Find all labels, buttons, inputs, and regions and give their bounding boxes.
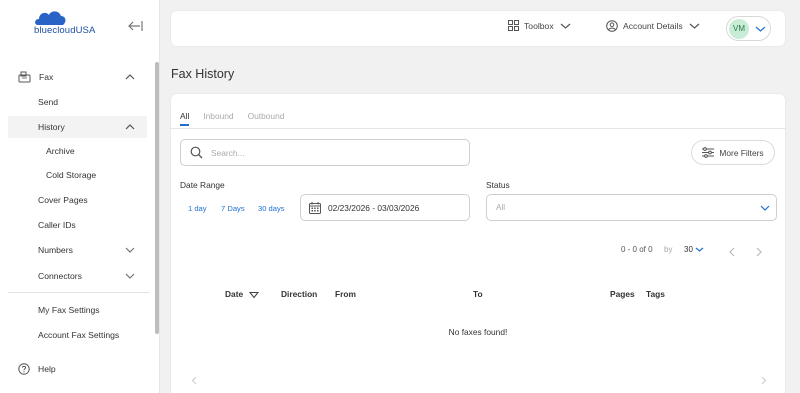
column-header-from: From (335, 289, 356, 299)
logo-text: bluecloudUSA (34, 25, 96, 36)
column-header-tags: Tags (646, 289, 665, 299)
sidebar-item-help[interactable]: Help (18, 363, 56, 375)
tab-inbound[interactable]: Inbound (203, 111, 233, 126)
sidebar-item-connectors[interactable]: Connectors (8, 265, 147, 287)
column-header-pages: Pages (610, 289, 635, 299)
status-value: All (496, 203, 506, 212)
more-filters-label: More Filters (719, 147, 764, 158)
chevron-down-icon (755, 26, 766, 32)
account-details-label: Account Details (623, 21, 683, 31)
sidebar-item-label: Connectors (38, 271, 82, 281)
history-tabs: All Inbound Outbound (180, 111, 284, 126)
status-select[interactable]: All (486, 194, 777, 221)
search-input[interactable] (211, 147, 451, 158)
sidebar-item-cold-storage[interactable]: Cold Storage (8, 164, 147, 186)
quick-range-1-day[interactable]: 1 day (188, 204, 207, 213)
sidebar-item-cover-pages[interactable]: Cover Pages (8, 189, 147, 211)
chevron-up-icon (125, 124, 135, 130)
column-header-date[interactable]: Date (225, 289, 243, 299)
sidebar-item-fax[interactable]: Fax (8, 66, 147, 88)
sidebar-item-account-fax-settings[interactable]: Account Fax Settings (8, 324, 147, 346)
quick-range-30-days[interactable]: 30 days (258, 204, 285, 213)
sidebar-scrollbar[interactable] (155, 62, 159, 334)
tab-outbound[interactable]: Outbound (248, 111, 285, 126)
collapse-sidebar-button[interactable] (128, 20, 144, 32)
chevron-down-icon (125, 247, 135, 253)
chevron-down-icon (125, 273, 135, 279)
help-label: Help (38, 364, 56, 374)
help-icon (18, 363, 30, 375)
sidebar-item-numbers[interactable]: Numbers (8, 239, 147, 261)
account-details-menu[interactable]: Account Details (606, 20, 700, 32)
sort-down-icon[interactable] (249, 291, 259, 299)
sidebar-item-archive[interactable]: Archive (8, 140, 147, 162)
page-size-value: 30 (684, 245, 693, 254)
sidebar-item-label: Account Fax Settings (38, 330, 120, 340)
top-bar: Toolbox Account Details VM (171, 11, 785, 46)
avatar: VM (729, 18, 749, 39)
date-range-picker[interactable]: 02/23/2026 - 03/03/2026 (300, 194, 470, 221)
status-label: Status (486, 180, 510, 190)
page-title: Fax History (171, 67, 235, 81)
toolbox-label: Toolbox (524, 20, 554, 31)
user-menu[interactable]: VM (726, 16, 771, 41)
chevron-down-icon (560, 23, 571, 29)
search-box[interactable] (180, 139, 470, 166)
cloud-logo-icon (35, 11, 66, 25)
user-circle-icon (606, 20, 618, 32)
sidebar-item-send[interactable]: Send (8, 91, 147, 113)
collapse-arrow-icon (128, 21, 143, 31)
sidebar-item-my-fax-settings[interactable]: My Fax Settings (8, 299, 147, 321)
sidebar-item-label: Fax (39, 72, 54, 82)
search-icon (190, 146, 203, 159)
chevron-down-icon (695, 247, 704, 252)
tabs-divider (171, 128, 785, 129)
sidebar-item-history[interactable]: History (8, 116, 147, 138)
sidebar-item-label: Cold Storage (46, 170, 97, 180)
chevron-down-icon (760, 205, 770, 211)
scroll-right-icon[interactable] (761, 376, 767, 385)
sidebar: bluecloudUSA Fax Send History Archive Co… (0, 0, 160, 393)
column-header-direction: Direction (281, 289, 318, 299)
sidebar-item-label: Caller IDs (38, 220, 76, 230)
sidebar-item-label: Numbers (38, 245, 73, 255)
calendar-icon (309, 201, 321, 214)
sidebar-item-label: History (38, 122, 65, 132)
page-size-select[interactable]: 30 (684, 245, 704, 254)
sidebar-item-label: Send (38, 97, 59, 107)
toolbox-menu[interactable]: Toolbox (508, 20, 571, 31)
sidebar-item-label: Archive (46, 146, 75, 156)
next-page-icon[interactable] (755, 247, 763, 257)
sliders-icon (702, 147, 715, 158)
pager-by-label: by (664, 245, 673, 254)
sidebar-item-label: Cover Pages (38, 195, 88, 205)
previous-page-icon[interactable] (728, 247, 736, 257)
scroll-left-icon[interactable] (191, 376, 197, 385)
date-range-value: 02/23/2026 - 03/03/2026 (328, 202, 420, 213)
sidebar-item-caller-ids[interactable]: Caller IDs (8, 214, 147, 236)
pager-count: 0 - 0 of 0 (621, 245, 653, 254)
sidebar-item-label: My Fax Settings (38, 305, 100, 315)
chevron-up-icon (125, 74, 135, 80)
chevron-down-icon (689, 23, 700, 29)
grid-icon (508, 20, 519, 31)
date-range-label: Date Range (180, 180, 225, 190)
quick-range-7-days[interactable]: 7 Days (221, 204, 245, 213)
more-filters-button[interactable]: More Filters (691, 140, 775, 165)
empty-state-message: No faxes found! (448, 327, 508, 337)
column-header-to: To (473, 289, 483, 299)
logo[interactable]: bluecloudUSA (34, 8, 114, 36)
sidebar-divider (8, 292, 150, 293)
tab-all[interactable]: All (180, 111, 190, 126)
fax-icon (18, 71, 31, 83)
fax-history-panel: All Inbound Outbound More Filters Date R… (171, 94, 785, 393)
